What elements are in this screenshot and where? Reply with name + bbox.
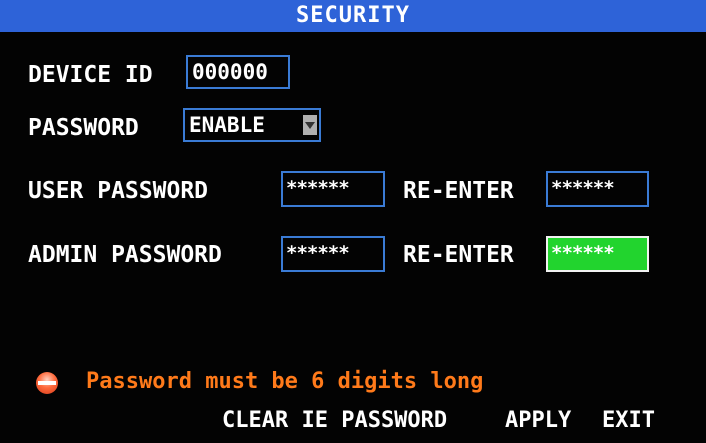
user-password-reenter-field[interactable]: ****** [546,171,649,207]
password-mode-label: PASSWORD [28,115,139,141]
clear-ie-password-button[interactable]: CLEAR IE PASSWORD [222,406,447,436]
user-password-label: USER PASSWORD [28,178,209,204]
title-bar: SECURITY [0,0,706,32]
warning-message: Password must be 6 digits long [86,369,484,394]
password-mode-dropdown[interactable]: ENABLE [183,108,321,142]
window-title: SECURITY [296,3,410,28]
admin-password-field[interactable]: ****** [281,236,385,272]
device-id-label: DEVICE ID [28,62,153,88]
device-id-field[interactable]: 000000 [186,55,290,89]
apply-button[interactable]: APPLY [505,406,571,436]
security-dialog: SECURITY DEVICE ID 000000 PASSWORD ENABL… [0,0,706,443]
admin-password-label: ADMIN PASSWORD [28,242,222,268]
password-mode-value: ENABLE [189,113,265,137]
chevron-down-icon[interactable] [303,115,317,135]
user-password-reenter-label: RE-ENTER [403,178,514,204]
admin-password-reenter-label: RE-ENTER [403,242,514,268]
exit-button[interactable]: EXIT [602,406,655,436]
user-password-field[interactable]: ****** [281,171,385,207]
admin-password-reenter-field[interactable]: ****** [546,236,649,272]
warning-icon [36,372,58,394]
